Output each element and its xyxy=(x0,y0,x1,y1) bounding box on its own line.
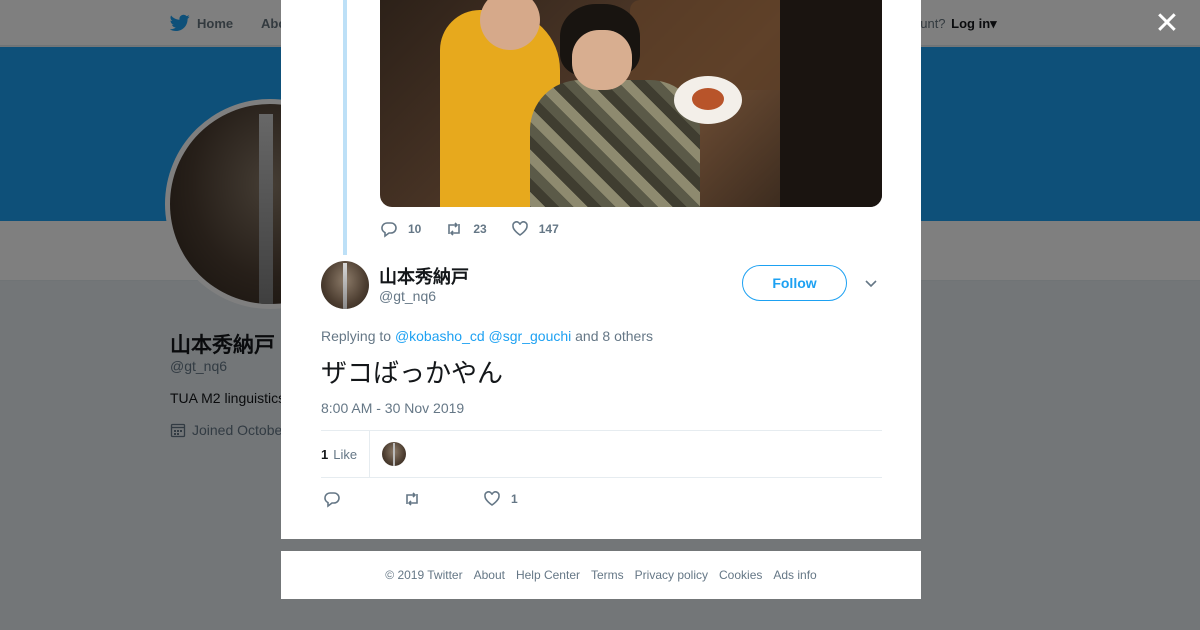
like-count: 147 xyxy=(538,222,559,236)
like-button[interactable]: 1 xyxy=(483,490,518,508)
tweet-author-handle[interactable]: @gt_nq6 xyxy=(379,288,436,304)
mention-link[interactable]: @sgr_gouchi xyxy=(489,328,572,344)
photo-dark-area xyxy=(780,0,882,207)
footer-copyright: © 2019 Twitter xyxy=(385,568,463,582)
like-button[interactable]: 147 xyxy=(511,220,559,238)
avatar[interactable] xyxy=(321,261,369,309)
tweet-text: ザコばっかやん xyxy=(321,359,504,389)
retweet-button[interactable] xyxy=(403,490,483,508)
replying-to-suffix[interactable]: and 8 others xyxy=(575,328,653,344)
replying-to-line: Replying to @kobasho_cd @sgr_gouchi and … xyxy=(321,328,653,344)
retweet-count: 23 xyxy=(473,222,487,236)
follow-button[interactable]: Follow xyxy=(742,265,847,301)
likes-stat-label: Like xyxy=(333,446,358,462)
mention-link[interactable]: @kobasho_cd xyxy=(395,328,485,344)
likes-stat-count: 1 xyxy=(321,446,329,462)
retweet-icon xyxy=(406,492,418,506)
footer-link-terms[interactable]: Terms xyxy=(591,568,624,582)
footer-link-cookies[interactable]: Cookies xyxy=(719,568,762,582)
footer-link-ads-info[interactable]: Ads info xyxy=(773,568,816,582)
tweet-photo[interactable] xyxy=(380,0,882,207)
heart-icon xyxy=(511,221,528,236)
footer-links: © 2019 Twitter About Help Center Terms P… xyxy=(281,551,921,599)
thread-connector-line xyxy=(343,0,347,255)
tweet-stats: 1 Like xyxy=(321,430,882,478)
like-count: 1 xyxy=(511,492,518,506)
reply-icon xyxy=(381,222,397,238)
reply-count: 10 xyxy=(408,222,422,236)
tweet-actions: 1 xyxy=(323,490,518,508)
tweet-author-name[interactable]: 山本秀納戸 xyxy=(379,263,469,289)
tweet-timestamp[interactable]: 8:00 AM - 30 Nov 2019 xyxy=(321,400,464,416)
footer-link-about[interactable]: About xyxy=(474,568,505,582)
parent-tweet-actions: 10 23 147 xyxy=(380,220,583,238)
tweet-modal: 10 23 147 山本秀納戸 @gt_nq6 Follow Replying … xyxy=(281,0,921,539)
footer-link-help-center[interactable]: Help Center xyxy=(516,568,580,582)
liker-avatar[interactable] xyxy=(382,442,406,466)
footer-link-privacy[interactable]: Privacy policy xyxy=(635,568,708,582)
chevron-down-icon[interactable] xyxy=(863,275,879,291)
heart-icon xyxy=(484,491,500,506)
retweet-icon xyxy=(448,222,461,236)
replying-to-prefix: Replying to xyxy=(321,328,392,344)
tweet-header: 山本秀納戸 @gt_nq6 Follow xyxy=(321,261,881,311)
reply-icon xyxy=(324,492,340,508)
reply-button[interactable] xyxy=(323,490,403,508)
close-icon[interactable]: ✕ xyxy=(1152,9,1182,40)
reply-button[interactable]: 10 xyxy=(380,220,421,238)
photo-face xyxy=(572,30,632,90)
likes-stat[interactable]: 1 Like xyxy=(321,431,370,477)
retweet-button[interactable]: 23 xyxy=(445,220,487,238)
photo-plate xyxy=(674,76,742,124)
